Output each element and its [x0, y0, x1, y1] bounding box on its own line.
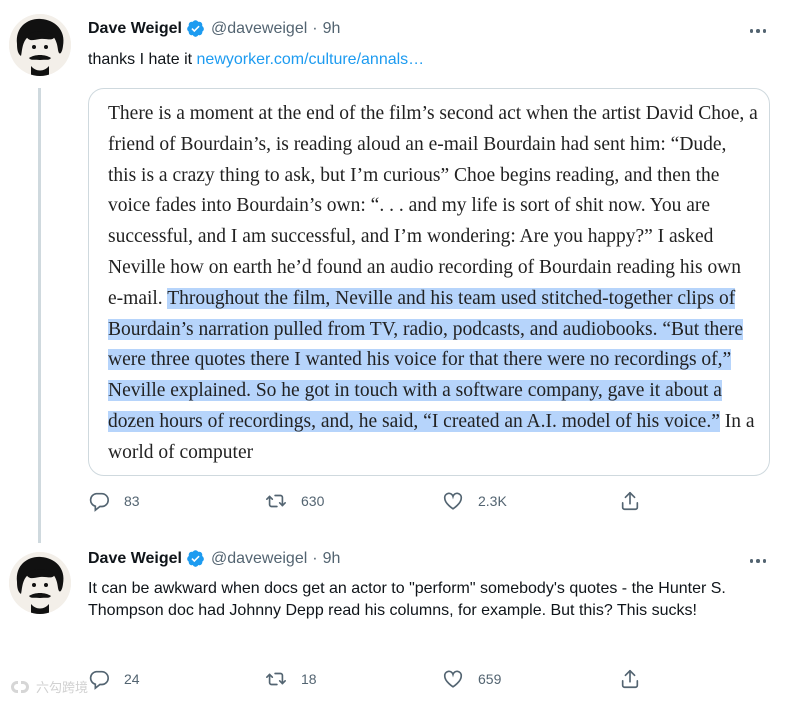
- like-count: 2.3K: [478, 493, 507, 509]
- retweet-count: 18: [301, 671, 317, 687]
- tweet-timestamp[interactable]: 9h: [323, 550, 341, 568]
- author-name[interactable]: Dave Weigel: [88, 20, 182, 38]
- tweet[interactable]: Dave Weigel @daveweigel · 9h thanks I ha…: [0, 0, 795, 543]
- tweet-text: It can be awkward when docs get an actor…: [88, 580, 726, 619]
- author-handle[interactable]: @daveweigel: [211, 20, 307, 38]
- tweet-timestamp[interactable]: 9h: [323, 20, 341, 38]
- reply-count: 83: [124, 493, 140, 509]
- watermark-text: 六勾跨境: [36, 680, 89, 695]
- author-name[interactable]: Dave Weigel: [88, 550, 182, 568]
- heart-icon: [443, 492, 463, 510]
- tweet-header: Dave Weigel @daveweigel · 9h: [88, 549, 340, 568]
- more-options-icon[interactable]: [747, 550, 769, 572]
- retweet-count: 630: [301, 493, 325, 509]
- separator-dot: ·: [312, 549, 318, 567]
- reply-button[interactable]: 24: [88, 668, 265, 690]
- verified-badge-icon: [187, 550, 204, 567]
- like-button[interactable]: 659: [442, 668, 619, 690]
- retweet-icon: [266, 494, 286, 508]
- thread-connector: [38, 88, 41, 543]
- tweet-actions: 83 630 2.3K: [88, 490, 668, 512]
- author-handle[interactable]: @daveweigel: [211, 550, 307, 568]
- article-link[interactable]: newyorker.com/culture/annals…: [197, 51, 425, 68]
- share-icon: [621, 669, 639, 689]
- tweet-actions: 24 18 659: [88, 668, 668, 690]
- heart-icon: [443, 670, 463, 688]
- article-excerpt: There is a moment at the end of the film…: [108, 99, 758, 469]
- avatar[interactable]: [9, 14, 71, 76]
- share-icon: [621, 491, 639, 511]
- reply-icon: [89, 670, 109, 690]
- share-button[interactable]: [619, 490, 641, 512]
- like-button[interactable]: 2.3K: [442, 490, 619, 512]
- reply-icon: [89, 492, 109, 512]
- screenshot-media[interactable]: There is a moment at the end of the film…: [88, 88, 770, 476]
- tweet-header: Dave Weigel @daveweigel · 9h: [88, 19, 340, 38]
- tweet-body: thanks I hate it: [88, 51, 193, 68]
- share-button[interactable]: [619, 668, 641, 690]
- reply-button[interactable]: 83: [88, 490, 265, 512]
- highlighted-excerpt: Throughout the film, Neville and his tea…: [108, 287, 744, 432]
- watermark: 六勾跨境: [8, 677, 88, 696]
- retweet-icon: [266, 672, 286, 686]
- like-count: 659: [478, 671, 502, 687]
- separator-dot: ·: [312, 19, 318, 37]
- retweet-button[interactable]: 18: [265, 668, 442, 690]
- retweet-button[interactable]: 630: [265, 490, 442, 512]
- avatar[interactable]: [9, 552, 71, 614]
- excerpt-text: There is a moment at the end of the film…: [108, 103, 758, 309]
- more-options-icon[interactable]: [747, 20, 769, 42]
- watermark-logo-icon: [11, 680, 29, 693]
- verified-badge-icon: [187, 20, 204, 37]
- reply-count: 24: [124, 671, 140, 687]
- tweet-text: thanks I hate it newyorker.com/culture/a…: [88, 49, 768, 71]
- tweet[interactable]: Dave Weigel @daveweigel · 9h It can be a…: [0, 540, 795, 703]
